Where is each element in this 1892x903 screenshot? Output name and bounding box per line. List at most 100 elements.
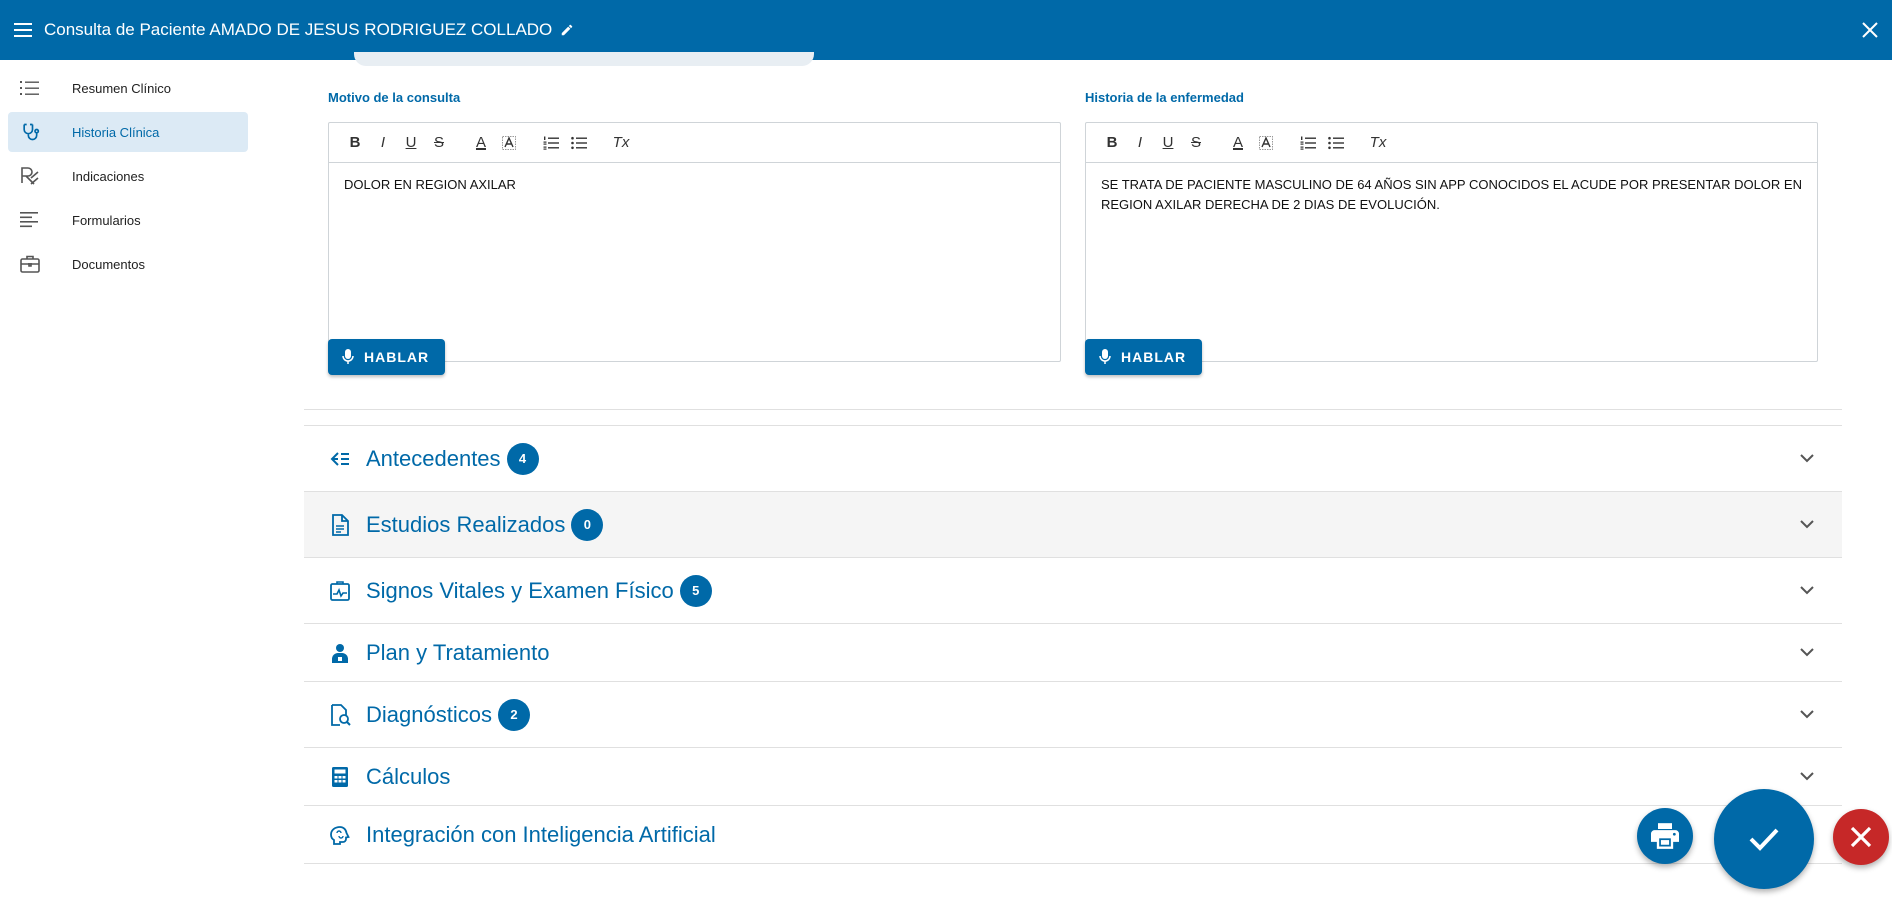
- highlight-button[interactable]: [495, 131, 523, 155]
- historia-label: Historia de la enfermedad: [1085, 90, 1244, 105]
- confirm-button[interactable]: [1714, 789, 1814, 889]
- bullet-list-icon: [571, 136, 587, 149]
- vitals-icon: [328, 580, 352, 601]
- historia-text[interactable]: SE TRATA DE PACIENTE MASCULINO DE 64 AÑO…: [1086, 163, 1817, 227]
- italic-button[interactable]: I: [1126, 131, 1154, 155]
- bullet-list-button[interactable]: [1322, 131, 1350, 155]
- indent-arrow-icon: [328, 451, 352, 467]
- ordered-list-button[interactable]: [537, 131, 565, 155]
- chevron-down-icon[interactable]: [1800, 454, 1814, 463]
- list-icon: [10, 80, 50, 96]
- print-icon: [1651, 823, 1679, 849]
- panel-estudios-realizados[interactable]: Estudios Realizados 0: [304, 492, 1842, 558]
- motivo-toolbar: B I U S A Tx: [329, 123, 1060, 163]
- panel-title: Diagnósticos: [366, 701, 492, 727]
- panel-antecedentes[interactable]: Antecedentes 4: [304, 426, 1842, 492]
- count-badge: 2: [497, 698, 530, 731]
- microphone-icon: [1099, 349, 1111, 364]
- underline-button[interactable]: U: [1154, 131, 1182, 155]
- check-icon: [1749, 828, 1779, 851]
- panel-calculos[interactable]: Cálculos: [304, 748, 1842, 806]
- sidebar-item-label: Indicaciones: [72, 168, 145, 184]
- brain-icon: [328, 825, 352, 845]
- bold-button[interactable]: B: [1098, 131, 1126, 155]
- bullet-list-icon: [1328, 136, 1344, 149]
- close-button[interactable]: [1852, 12, 1888, 48]
- lines-icon: [10, 212, 50, 228]
- highlight-icon: [1259, 135, 1273, 150]
- font-color-button[interactable]: A: [1224, 131, 1252, 155]
- panel-plan-tratamiento[interactable]: Plan y Tratamiento: [304, 624, 1842, 682]
- motivo-text[interactable]: DOLOR EN REGION AXILAR: [329, 163, 1060, 207]
- strike-button[interactable]: S: [425, 131, 453, 155]
- chevron-down-icon[interactable]: [1800, 520, 1814, 529]
- calculator-icon: [328, 766, 352, 787]
- motivo-talk-button[interactable]: HABLAR: [328, 339, 446, 375]
- italic-button[interactable]: I: [369, 131, 397, 155]
- sidebar-item-indicaciones[interactable]: Indicaciones: [8, 156, 248, 196]
- ordered-list-button[interactable]: [1294, 131, 1322, 155]
- highlight-icon: [502, 135, 516, 150]
- panel-title: Plan y Tratamiento: [366, 639, 550, 665]
- panel-title: Signos Vitales y Examen Físico: [366, 577, 674, 603]
- panel-title: Antecedentes: [366, 445, 501, 471]
- motivo-editor: B I U S A Tx DOLOR EN REGION AXILAR HABL…: [328, 122, 1061, 375]
- historia-editor: B I U S A Tx SE TRATA DE PACIENTE MASCUL…: [1085, 122, 1818, 375]
- sidebar-item-documentos[interactable]: Documentos: [8, 244, 248, 284]
- chevron-down-icon[interactable]: [1800, 710, 1814, 719]
- motivo-label: Motivo de la consulta: [328, 90, 461, 105]
- historia-talk-button[interactable]: HABLAR: [1085, 339, 1203, 375]
- sidebar-item-resumen-clinico[interactable]: Resumen Clínico: [8, 68, 248, 108]
- highlight-button[interactable]: [1252, 131, 1280, 155]
- sidebar-item-historia-clinica[interactable]: Historia Clínica: [8, 112, 248, 152]
- close-icon: [1850, 826, 1872, 848]
- chevron-down-icon[interactable]: [1800, 586, 1814, 595]
- panel-integracion-ia[interactable]: Integración con Inteligencia Artificial: [304, 806, 1842, 864]
- bullet-list-button[interactable]: [565, 131, 593, 155]
- underline-button[interactable]: U: [397, 131, 425, 155]
- panel-title: Integración con Inteligencia Artificial: [366, 821, 716, 847]
- sidebar-item-label: Resumen Clínico: [72, 80, 171, 96]
- briefcase-icon: [10, 255, 50, 273]
- panel-signos-vitales[interactable]: Signos Vitales y Examen Físico 5: [304, 558, 1842, 624]
- sidebar: Resumen Clínico Historia Clínica Indicac…: [0, 60, 256, 903]
- panel-title: Cálculos: [366, 763, 451, 789]
- print-button[interactable]: [1637, 808, 1693, 864]
- microphone-icon: [342, 349, 354, 364]
- divider: [304, 409, 1842, 410]
- panel-diagnosticos[interactable]: Diagnósticos 2: [304, 682, 1842, 748]
- menu-icon: [14, 23, 32, 37]
- document-icon: [328, 513, 352, 536]
- sidebar-item-label: Formularios: [72, 212, 141, 228]
- count-badge: 0: [571, 508, 604, 541]
- main-content: Motivo de la consulta B I U S A Tx DOLOR: [304, 52, 1842, 903]
- bold-button[interactable]: B: [341, 131, 369, 155]
- pencil-icon: [562, 24, 573, 36]
- font-color-button[interactable]: A: [467, 131, 495, 155]
- panel-title: Estudios Realizados: [366, 511, 566, 537]
- scroll-top-pill: [354, 52, 814, 66]
- count-badge: 4: [506, 442, 539, 475]
- doctor-icon: [328, 642, 352, 664]
- clear-format-button[interactable]: Tx: [607, 131, 635, 155]
- app-header: Consulta de Paciente AMADO DE JESUS RODR…: [0, 0, 1892, 60]
- doc-search-icon: [328, 703, 352, 726]
- sidebar-item-formularios[interactable]: Formularios: [8, 200, 248, 240]
- historia-section: Historia de la enfermedad B I U S A Tx S: [1085, 90, 1818, 375]
- sidebar-item-label: Documentos: [72, 256, 145, 272]
- sidebar-item-label: Historia Clínica: [72, 124, 160, 140]
- ordered-list-icon: [1300, 136, 1316, 150]
- chevron-down-icon[interactable]: [1800, 648, 1814, 657]
- menu-button[interactable]: [0, 0, 48, 60]
- strike-button[interactable]: S: [1182, 131, 1210, 155]
- rx-icon: [10, 167, 50, 185]
- clear-format-button[interactable]: Tx: [1364, 131, 1392, 155]
- historia-toolbar: B I U S A Tx: [1086, 123, 1817, 163]
- stethoscope-icon: [10, 122, 50, 142]
- page-title: Consulta de Paciente AMADO DE JESUS RODR…: [44, 20, 553, 39]
- cancel-button[interactable]: [1833, 809, 1889, 865]
- chevron-down-icon[interactable]: [1800, 772, 1814, 781]
- count-badge: 5: [679, 574, 712, 607]
- edit-title-button[interactable]: [560, 23, 574, 37]
- ordered-list-icon: [543, 136, 559, 150]
